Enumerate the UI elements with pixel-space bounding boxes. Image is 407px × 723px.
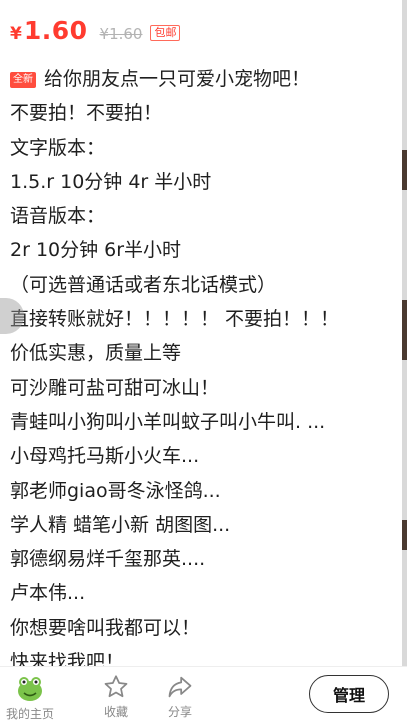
free-shipping-badge: 包邮 — [150, 25, 181, 41]
price-row: ¥ 1.60 ¥1.60 包邮 — [10, 16, 181, 48]
share-arrow-icon — [168, 676, 192, 698]
description-line: 不要拍！不要拍！ — [10, 102, 163, 125]
background-edge — [402, 0, 407, 723]
description-line: 文字版本： — [10, 136, 106, 159]
manage-button[interactable]: 管理 — [309, 675, 389, 713]
edge-shade — [402, 300, 407, 360]
description-line: 价低实惠，质量上等 — [10, 342, 182, 365]
current-price: 1.60 — [23, 16, 88, 45]
share-label: 分享 — [167, 705, 192, 719]
bottom-action-bar: 我的主页 收藏 分享 管理 — [0, 666, 407, 723]
original-price: ¥1.60 — [99, 25, 143, 43]
favorite-label: 收藏 — [103, 705, 128, 719]
description-line: 你想要啥叫我都可以！ — [10, 616, 201, 639]
description-line: 全新 给你朋友点一只可爱小宠物吧！ — [10, 62, 390, 96]
description-line: 直接转账就好！！！！！ 不要拍！！！ — [10, 308, 340, 331]
description-line: 小母鸡托马斯小火车... — [10, 445, 200, 468]
description-line: 可沙雕可盐可甜可冰山！ — [10, 376, 220, 399]
favorite-button[interactable]: 收藏 — [86, 673, 146, 720]
home-nav-item[interactable]: 我的主页 — [0, 673, 60, 722]
description-line: 2r 10分钟 6r半小时 — [10, 239, 182, 262]
edge-shade — [402, 150, 407, 190]
currency-symbol: ¥ — [10, 24, 22, 44]
share-button[interactable]: 分享 — [150, 673, 210, 720]
edge-shade — [402, 520, 407, 550]
description-line: 郭老师giao哥冬泳怪鸽... — [10, 479, 221, 502]
star-icon — [104, 675, 128, 698]
description-line: 1.5.r 10分钟 4r 半小时 — [10, 170, 212, 193]
description-text: 给你朋友点一只可爱小宠物吧！ — [44, 68, 311, 90]
description-line: 学人精 蜡笔小新 胡图图... — [10, 513, 231, 536]
description-line: 语音版本： — [10, 205, 106, 228]
home-label: 我的主页 — [5, 707, 54, 721]
description-line: 郭德纲易烊千玺那英.... — [10, 548, 206, 571]
description-line: 卢本伟... — [10, 582, 86, 605]
description-line: 青蛙叫小狗叫小羊叫蚊子叫小牛叫. ... — [10, 410, 326, 433]
item-description: 全新 给你朋友点一只可爱小宠物吧！ 不要拍！不要拍！ 文字版本： 1.5.r 10… — [10, 62, 390, 679]
description-line: （可选普通话或者东北话模式） — [10, 273, 277, 296]
new-condition-tag: 全新 — [10, 72, 36, 88]
frog-avatar-icon — [18, 677, 42, 701]
